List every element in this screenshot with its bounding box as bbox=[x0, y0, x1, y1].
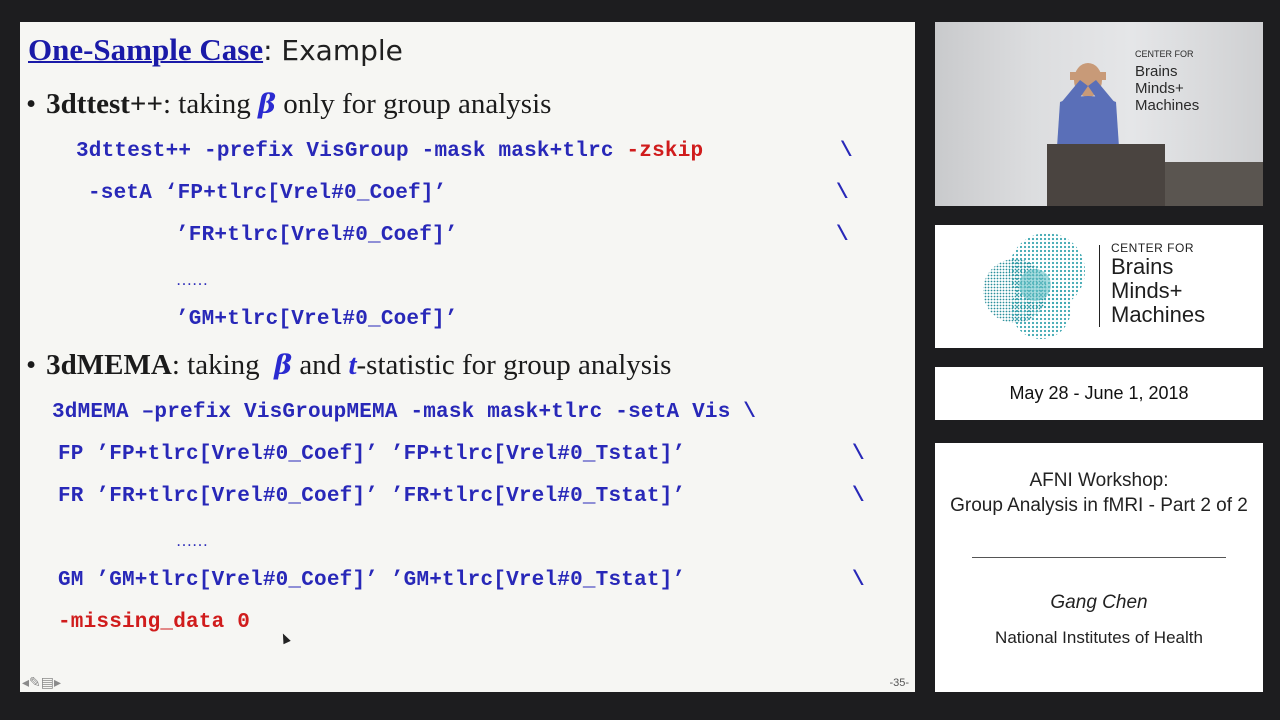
beta-symbol: β bbox=[274, 350, 293, 381]
podium bbox=[1047, 144, 1165, 206]
mouse-pointer-icon bbox=[279, 631, 291, 645]
beta-symbol: β bbox=[258, 89, 276, 120]
slide-title-rest: : Example bbox=[263, 34, 403, 67]
code-3dmema-line1: 3dMEMA –prefix VisGroupMEMA -mask mask+t… bbox=[52, 401, 757, 424]
talk-title: AFNI Workshop: Group Analysis in fMRI - … bbox=[950, 470, 1248, 516]
cbmm-logo-icon bbox=[983, 233, 1085, 339]
code-continuation: \ bbox=[836, 182, 849, 205]
code-continuation: \ bbox=[852, 443, 865, 466]
talk-info-card: AFNI Workshop: Group Analysis in fMRI - … bbox=[935, 443, 1263, 692]
code-missing-data: -missing_data 0 bbox=[58, 611, 251, 634]
wall-sign: CENTER FOR Brains Minds+ Machines bbox=[1135, 49, 1200, 114]
speaker-name: Gang Chen bbox=[1050, 592, 1148, 613]
desk bbox=[1165, 162, 1263, 206]
code-ellipsis: …… bbox=[176, 272, 208, 289]
code-continuation: \ bbox=[840, 140, 853, 163]
code-3dttest-line3: ’FR+tlrc[Vrel#0_Coef]’ bbox=[176, 224, 458, 247]
code-3dmema-line2: FP ’FP+tlrc[Vrel#0_Coef]’ ’FP+tlrc[Vrel#… bbox=[58, 443, 686, 466]
divider bbox=[972, 557, 1226, 558]
slide-nav-icons[interactable]: ◂✎▤▸ bbox=[22, 674, 61, 691]
page-number: -35- bbox=[889, 677, 909, 689]
code-continuation: \ bbox=[836, 224, 849, 247]
speaker-institution: National Institutes of Health bbox=[995, 628, 1203, 647]
code-ellipsis: …… bbox=[176, 533, 208, 550]
event-date: May 28 - June 1, 2018 bbox=[1009, 383, 1189, 403]
bullet-3dmema: • 3dMEMA: taking β and t-statistic for gr… bbox=[26, 349, 672, 381]
cbmm-logo-card: CENTER FOR Brains Minds+ Machines bbox=[935, 225, 1263, 348]
code-continuation: \ bbox=[852, 485, 865, 508]
code-3dttest-line4: ’GM+tlrc[Vrel#0_Coef]’ bbox=[176, 308, 458, 331]
code-3dmema-line3: FR ’FR+tlrc[Vrel#0_Coef]’ ’FR+tlrc[Vrel#… bbox=[58, 485, 686, 508]
code-3dttest-line1: 3dttest++ -prefix VisGroup -mask mask+tl… bbox=[76, 140, 704, 163]
slide-title-link[interactable]: One-Sample Case bbox=[28, 32, 263, 67]
lecture-slide: One-Sample Case: Example • 3dttest++: tak… bbox=[20, 22, 915, 692]
code-continuation: \ bbox=[852, 569, 865, 592]
cbmm-logo-text: CENTER FOR Brains Minds+ Machines bbox=[1111, 241, 1206, 327]
logo-divider bbox=[1099, 245, 1100, 327]
code-3dttest-line2: -setA ‘FP+tlrc[Vrel#0_Coef]’ bbox=[88, 182, 447, 205]
code-3dmema-line4: GM ’GM+tlrc[Vrel#0_Coef]’ ’GM+tlrc[Vrel#… bbox=[58, 569, 686, 592]
date-card: May 28 - June 1, 2018 bbox=[935, 367, 1263, 420]
bullet-3dttest: • 3dttest++: taking β only for group anal… bbox=[26, 88, 552, 120]
slide-title: One-Sample Case: Example bbox=[28, 32, 403, 68]
speaker-video: CENTER FOR Brains Minds+ Machines bbox=[935, 22, 1263, 206]
